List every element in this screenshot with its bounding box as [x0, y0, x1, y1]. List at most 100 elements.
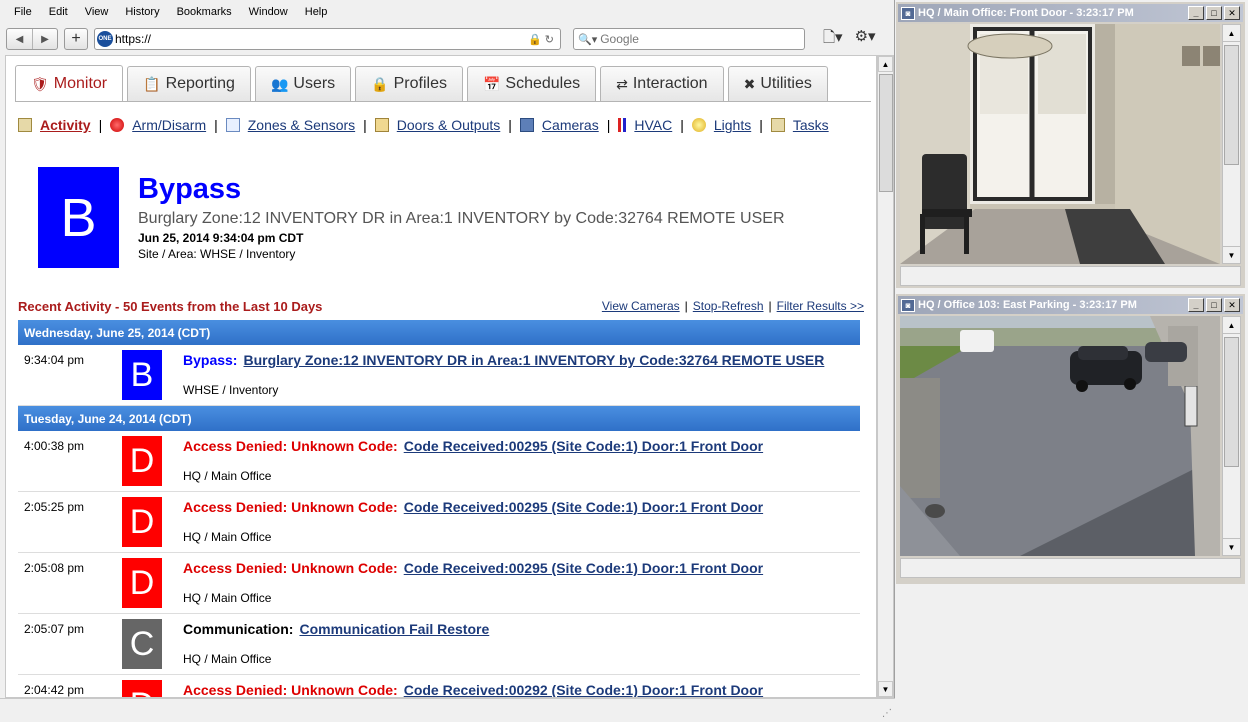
maximize-icon[interactable]: □ [1206, 6, 1222, 20]
separator: | [214, 117, 218, 133]
tab-profiles[interactable]: 🔒 Profiles [355, 66, 463, 101]
tab-utilities[interactable]: ✖ Utilities [727, 66, 828, 101]
tab-label: Users [293, 75, 336, 92]
camera-scrollbar[interactable]: ▲ ▼ [1222, 316, 1241, 556]
event-title: Bypass [138, 173, 242, 205]
subnav-cameras[interactable]: Cameras [519, 117, 599, 133]
scroll-up-icon[interactable]: ▲ [878, 56, 893, 72]
event-detail-link[interactable]: Code Received:00295 (Site Code:1) Door:1… [404, 560, 763, 576]
front-door-image [900, 24, 1220, 264]
subnav-link[interactable]: Activity [40, 117, 91, 133]
event-detail-link[interactable]: Communication Fail Restore [299, 621, 489, 637]
browser-window: File Edit View History Bookmarks Window … [0, 0, 895, 722]
subnav-zones-sensors[interactable]: Zones & Sensors [225, 117, 355, 133]
menu-edit[interactable]: Edit [49, 6, 68, 18]
tab-schedules[interactable]: 📅 Schedules [466, 66, 597, 101]
subnav-link[interactable]: Tasks [793, 117, 829, 133]
filter-results-link[interactable]: Filter Results >> [777, 299, 864, 313]
shield-icon: 🛡 [31, 75, 49, 92]
menu-history[interactable]: History [125, 6, 159, 18]
subnav-link[interactable]: Doors & Outputs [397, 117, 501, 133]
minimize-icon[interactable]: _ [1188, 298, 1204, 312]
camera-scrollbar[interactable]: ▲ ▼ [1222, 24, 1241, 264]
resize-grip-icon[interactable]: ⋰ [882, 708, 892, 719]
scroll-thumb[interactable] [879, 74, 893, 192]
tab-interaction[interactable]: ⇄ Interaction [600, 66, 724, 101]
event-row: 2:04:42 pm D Access Denied: Unknown Code… [18, 675, 860, 697]
tools-icon: ✖ [743, 75, 756, 92]
new-tab-button[interactable]: + [64, 28, 88, 50]
subnav-lights[interactable]: Lights [691, 117, 751, 133]
document-icon [225, 118, 240, 132]
subnav-link[interactable]: Cameras [542, 117, 599, 133]
scroll-up-icon[interactable]: ▲ [1223, 25, 1240, 42]
event-site: Site / Area: WHSE / Inventory [138, 247, 296, 261]
camera-feed-east-parking [900, 316, 1220, 556]
reload-icon[interactable]: 🔒 ↻ [528, 33, 560, 46]
event-badge: D [122, 680, 162, 697]
page-scrollbar[interactable]: ▲ ▼ [877, 55, 894, 698]
scroll-thumb[interactable] [1224, 45, 1239, 165]
maximize-icon[interactable]: □ [1206, 298, 1222, 312]
event-detail-link[interactable]: Code Received:00295 (Site Code:1) Door:1… [404, 499, 763, 515]
gear-icon[interactable]: ⚙▾ [855, 27, 876, 52]
camera-title: HQ / Main Office: Front Door - 3:23:17 P… [918, 7, 1134, 19]
event-type-badge: B [38, 167, 119, 268]
subnav-activity[interactable]: Activity [18, 117, 91, 133]
camera-window-east-parking: ◙ HQ / Office 103: East Parking - 3:23:1… [896, 294, 1245, 584]
event-time: 2:04:42 pm [24, 683, 85, 697]
tab-monitor[interactable]: 🛡 Monitor [15, 65, 124, 102]
view-cameras-link[interactable]: View Cameras [602, 299, 680, 313]
tab-label: Profiles [393, 75, 447, 92]
subnav-doors-outputs[interactable]: Doors & Outputs [374, 117, 501, 133]
close-icon[interactable]: ✕ [1224, 298, 1240, 312]
recent-activity-links: View Cameras | Stop-Refresh | Filter Results… [602, 299, 864, 313]
event-time: 4:00:38 pm [24, 439, 85, 453]
address-bar[interactable]: ONE https:// 🔒 ↻ [94, 28, 561, 50]
lightbulb-icon [691, 118, 706, 132]
site-identity-icon[interactable]: ONE [97, 31, 113, 47]
menu-bookmarks[interactable]: Bookmarks [177, 6, 232, 18]
event-detail-link[interactable]: Code Received:00292 (Site Code:1) Door:1… [404, 682, 763, 697]
event-detail-link[interactable]: Code Received:00295 (Site Code:1) Door:1… [404, 438, 763, 454]
subnav-arm-disarm[interactable]: Arm/Disarm [110, 117, 206, 133]
url-text[interactable]: https:// [115, 32, 528, 46]
camera-horizontal-scrollbar[interactable] [900, 266, 1241, 286]
camera-horizontal-scrollbar[interactable] [900, 558, 1241, 578]
close-icon[interactable]: ✕ [1224, 6, 1240, 20]
subnav-tasks[interactable]: Tasks [770, 117, 829, 133]
back-forward-group: ◀ ▶ [6, 28, 58, 50]
subnav-link[interactable]: Lights [714, 117, 751, 133]
status-bar: ⋰ [0, 698, 895, 722]
tab-divider [15, 101, 871, 102]
tab-users[interactable]: 👥 Users [254, 66, 352, 101]
menu-view[interactable]: View [85, 6, 109, 18]
search-box[interactable]: 🔍▾ Google [573, 28, 805, 50]
subnav-link[interactable]: HVAC [634, 117, 672, 133]
scroll-thumb[interactable] [1224, 337, 1239, 467]
subnav-link[interactable]: Zones & Sensors [248, 117, 355, 133]
back-icon[interactable]: ◀ [7, 29, 32, 49]
menu-file[interactable]: File [14, 6, 32, 18]
stop-refresh-link[interactable]: Stop-Refresh [693, 299, 764, 313]
forward-icon[interactable]: ▶ [32, 29, 57, 49]
event-site: HQ / Main Office [183, 652, 272, 666]
page-menu-icon[interactable]: 🗋▾ [823, 27, 843, 52]
camera-titlebar[interactable]: ◙ HQ / Office 103: East Parking - 3:23:1… [898, 296, 1243, 314]
event-badge: D [122, 497, 162, 547]
camera-titlebar[interactable]: ◙ HQ / Main Office: Front Door - 3:23:17… [898, 4, 1243, 22]
tab-reporting[interactable]: 📋 Reporting [127, 66, 251, 101]
scroll-up-icon[interactable]: ▲ [1223, 317, 1240, 334]
minimize-icon[interactable]: _ [1188, 6, 1204, 20]
search-placeholder[interactable]: Google [600, 32, 639, 46]
scroll-down-icon[interactable]: ▼ [1223, 246, 1240, 263]
scroll-down-icon[interactable]: ▼ [1223, 538, 1240, 555]
event-detail-link[interactable]: Burglary Zone:12 INVENTORY DR in Area:1 … [243, 352, 824, 368]
scroll-down-icon[interactable]: ▼ [878, 681, 893, 697]
menu-window[interactable]: Window [249, 6, 288, 18]
camera-window-front-door: ◙ HQ / Main Office: Front Door - 3:23:17… [896, 2, 1245, 288]
subnav-link[interactable]: Arm/Disarm [132, 117, 206, 133]
menu-help[interactable]: Help [305, 6, 328, 18]
subnav-hvac[interactable]: HVAC [618, 117, 672, 133]
day-header: Tuesday, June 24, 2014 (CDT) [18, 406, 860, 431]
